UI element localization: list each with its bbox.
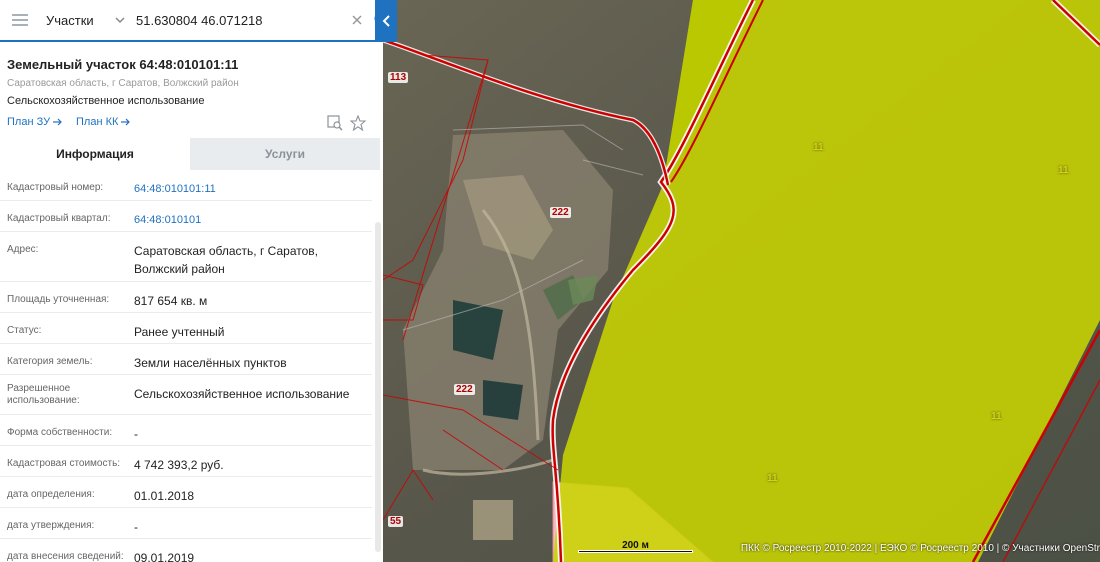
info-row-cadastral-number: Кадастровый номер: 64:48:010101:11 [0,170,372,201]
map-canvas[interactable] [383,0,1100,562]
map-label-222-top[interactable]: 222 [550,207,571,218]
info-label: дата утверждения: [7,520,95,531]
map-scale: 200 м [578,540,693,554]
map-attribution: ПКК © Росреестр 2010-2022 | ЕЭКО © Росре… [740,543,1100,554]
info-value: 817 654 кв. м [134,294,208,308]
info-label: Категория земель: [7,356,93,367]
map-label-11[interactable]: 11 [991,411,1002,422]
info-label: Кадастровая стоимость: [7,458,121,469]
parcel-address: Саратовская область, г Саратов, Волжский… [7,78,239,89]
info-row-permitted-use: Разрешенное использование: Сельскохозяйс… [0,375,372,415]
info-value: Саратовская область, г Саратов, Волжский… [134,244,318,276]
info-row-approval-date: дата утверждения: - [0,508,372,539]
info-table: Кадастровый номер: 64:48:010101:11 Кадас… [0,170,372,562]
menu-icon[interactable] [0,14,40,26]
info-value: 4 742 393,2 руб. [134,458,224,472]
info-label: Кадастровый квартал: [7,213,111,224]
info-row-cadastral-value: Кадастровая стоимость: 4 742 393,2 руб. [0,446,372,477]
info-label: Кадастровый номер: [7,182,104,193]
info-label: дата определения: [7,489,95,500]
info-value: 09.01.2019 [134,551,195,562]
find-on-map-icon[interactable] [327,115,343,131]
app: 113 222 222 55 11 11 11 11 200 м ПКК © Р… [0,0,1100,562]
plan-kk-label: План КК [76,116,119,128]
info-row-ownership: Форма собственности: - [0,415,372,446]
cadastral-number-link[interactable]: 64:48:010101:11 [134,170,372,200]
info-value: - [134,427,138,441]
arrow-right-icon [53,118,63,126]
info-value: - [134,520,138,534]
parcel-title: Земельный участок 64:48:010101:11 [7,57,239,72]
star-icon[interactable] [349,114,367,132]
search-input[interactable] [130,12,347,28]
chevron-down-icon[interactable] [110,13,130,27]
map-view[interactable]: 113 222 222 55 11 11 11 11 200 м ПКК © Р… [383,0,1100,562]
parcel-use: Сельскохозяйственное использование [7,95,205,107]
tab-information[interactable]: Информация [0,138,190,170]
info-label: Форма собственности: [7,427,113,438]
tab-services[interactable]: Услуги [190,138,380,170]
info-row-determination-date: дата определения: 01.01.2018 [0,477,372,508]
collapse-arrow-icon[interactable] [375,0,397,42]
info-value: 01.01.2018 [134,489,195,503]
cadastral-quarter-link[interactable]: 64:48:010101 [134,201,372,231]
info-row-address: Адрес: Саратовская область, г Саратов, В… [0,232,372,282]
info-label: Адрес: [7,244,39,255]
info-label: Разрешенное использование: [7,383,80,406]
search-bar: Участки [0,0,397,42]
arrow-right-icon [121,118,131,126]
map-label-55[interactable]: 55 [388,516,404,527]
info-label: Статус: [7,325,42,336]
close-icon[interactable] [347,12,367,28]
map-label-222-bottom[interactable]: 222 [454,384,475,395]
info-value: Ранее учтенный [134,325,225,339]
panel-scrollbar[interactable] [375,222,381,552]
search-type-select[interactable]: Участки [40,13,110,28]
tabs: Информация Услуги [0,138,380,170]
map-label-11[interactable]: 11 [813,142,824,153]
map-label-11[interactable]: 11 [767,473,778,484]
info-row-land-category: Категория земель: Земли населённых пункт… [0,344,372,375]
info-label: Площадь уточненная: [7,294,110,305]
info-value: Сельскохозяйственное использование [134,387,350,401]
plan-kk-link[interactable]: План КК [76,116,131,128]
info-row-area: Площадь уточненная: 817 654 кв. м [0,282,372,313]
map-label-113[interactable]: 113 [388,72,409,83]
info-value: Земли населённых пунктов [134,356,287,370]
info-row-cadastral-quarter: Кадастровый квартал: 64:48:010101 [0,201,372,232]
info-row-status: Статус: Ранее учтенный [0,313,372,344]
info-label: дата внесения сведений: [7,551,124,562]
info-panel: Земельный участок 64:48:010101:11 Сарато… [0,42,383,562]
plan-zu-label: План ЗУ [7,116,51,128]
info-row-entry-date: дата внесения сведений: 09.01.2019 [0,539,372,562]
map-scale-bar [578,550,693,553]
map-label-11[interactable]: 11 [1058,165,1069,176]
plan-zu-link[interactable]: План ЗУ [7,116,63,128]
